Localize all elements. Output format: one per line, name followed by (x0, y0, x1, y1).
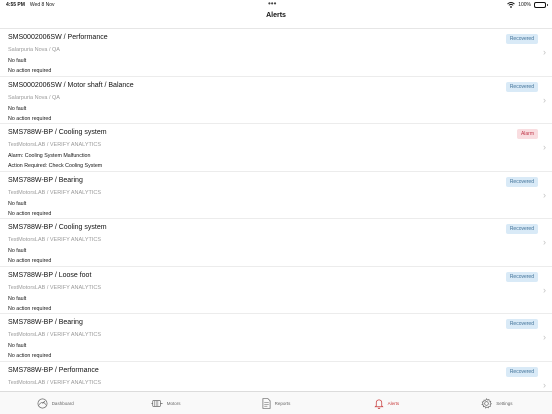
tab-reports[interactable]: Reports (221, 392, 331, 414)
alert-title: SMS788W-BP / Cooling system (8, 224, 107, 231)
alert-diagnosis: No fault (8, 343, 27, 349)
alert-diagnosis: No fault (8, 58, 27, 64)
status-badge: Recovered (505, 366, 538, 377)
alert-action: No action required (8, 115, 52, 122)
alert-row[interactable]: SMS788W-BP / Bearing TestMotorsLAB / VERI… (0, 314, 552, 362)
tab-settings[interactable]: Settings (442, 392, 552, 414)
alert-action: No action required (8, 68, 52, 74)
alert-title: SMS0002006SW / Motor shaft / Balance (8, 81, 134, 89)
alert-site: Salarpuria Nova / QA (8, 94, 60, 101)
status-date: Wed 8 Nov (29, 1, 55, 8)
alert-diagnosis: No fault (8, 248, 27, 254)
alert-row[interactable]: SMS788W-BP / Performance TestMotorsLAB / … (0, 362, 552, 391)
alert-action: No action required (8, 210, 52, 217)
alert-row[interactable]: SMS788W-BP / Bearing TestMotorsLAB / VERI… (0, 172, 552, 219)
tab-alerts[interactable]: Alerts (331, 392, 441, 414)
chevron-right-icon: › (543, 189, 546, 200)
page-title: Alerts (266, 12, 286, 19)
status-bar-right: 100% (507, 1, 548, 8)
chevron-right-icon: › (543, 47, 546, 57)
tab-label: Reports (274, 400, 291, 406)
status-badge: Recovered (505, 176, 538, 187)
document-icon (262, 397, 271, 409)
alert-row[interactable]: SMS788W-BP / Loose foot TestMotorsLAB / V… (0, 267, 552, 314)
alert-title: SMS788W-BP / Performance (8, 366, 99, 374)
alert-action: Action Required: Check Cooling System (8, 163, 103, 169)
alert-diagnosis: No fault (8, 105, 27, 112)
alert-action: No action required (8, 353, 52, 359)
alert-title: SMS788W-BP / Bearing (8, 319, 83, 326)
alert-site: TestMotorsLAB / VERIFY ANALYTICS (8, 284, 102, 291)
alert-site: TestMotorsLAB / VERIFY ANALYTICS (8, 379, 102, 386)
alert-action: No action required (8, 305, 52, 312)
alert-row[interactable]: SMS788W-BP / Cooling system TestMotorsLAB… (0, 219, 552, 267)
status-badge: Alarm (516, 129, 538, 139)
tab-label: Motors (166, 400, 181, 406)
chevron-right-icon: › (543, 379, 546, 390)
alert-site: TestMotorsLAB / VERIFY ANALYTICS (8, 237, 102, 243)
bell-icon (374, 398, 384, 409)
chevron-right-icon: › (543, 332, 546, 342)
tab-label: Dashboard (51, 400, 74, 406)
alert-diagnosis: No fault (8, 200, 27, 207)
status-bar-left: 4:55 PM Wed 8 Nov (6, 2, 55, 8)
alert-list: SMS0002006SW / Performance Salarpuria Nov… (0, 28, 552, 391)
chevron-right-icon: › (543, 284, 546, 295)
status-time: 4:55 PM (6, 1, 25, 8)
alert-diagnosis: Alarm: Cooling System Malfunction (8, 153, 91, 159)
chevron-right-icon: › (543, 94, 546, 105)
tab-label: Settings (496, 400, 513, 406)
alert-site: TestMotorsLAB / VERIFY ANALYTICS (8, 189, 102, 196)
wifi-icon (507, 1, 515, 8)
alert-site: TestMotorsLAB / VERIFY ANALYTICS (8, 332, 102, 338)
motor-icon (151, 399, 163, 408)
alert-row[interactable]: SMS0002006SW / Performance Salarpuria Nov… (0, 29, 552, 77)
tab-motors[interactable]: Motors (110, 392, 220, 414)
alert-title: SMS788W-BP / Loose foot (8, 271, 92, 279)
multitasking-dots-icon[interactable]: ••• (268, 0, 276, 8)
alert-diagnosis: No fault (8, 295, 27, 302)
chevron-right-icon: › (543, 237, 546, 247)
alert-action: No action required (8, 258, 52, 264)
alert-title: SMS0002006SW / Performance (8, 34, 108, 41)
battery-icon (534, 1, 548, 8)
status-badge: Recovered (505, 81, 538, 92)
status-badge: Recovered (505, 224, 538, 234)
alert-row[interactable]: SMS788W-BP / Cooling system TestMotorsLAB… (0, 124, 552, 172)
alert-title: SMS788W-BP / Bearing (8, 176, 83, 184)
status-badge: Recovered (505, 34, 538, 44)
gear-icon (481, 397, 493, 409)
alert-title: SMS788W-BP / Cooling system (8, 129, 107, 136)
battery-percent: 100% (518, 1, 531, 8)
tab-label: Alerts (387, 400, 400, 406)
alert-site: Salarpuria Nova / QA (8, 47, 60, 53)
tab-dashboard[interactable]: Dashboard (0, 392, 110, 414)
tab-bar: Dashboard Motors Reports Alerts Settings (0, 391, 552, 414)
chevron-right-icon: › (543, 142, 546, 152)
status-badge: Recovered (505, 319, 538, 329)
alert-row[interactable]: SMS0002006SW / Motor shaft / Balance Sala… (0, 77, 552, 124)
status-badge: Recovered (505, 271, 538, 282)
alert-site: TestMotorsLAB / VERIFY ANALYTICS (8, 142, 102, 148)
gauge-icon (37, 398, 48, 409)
